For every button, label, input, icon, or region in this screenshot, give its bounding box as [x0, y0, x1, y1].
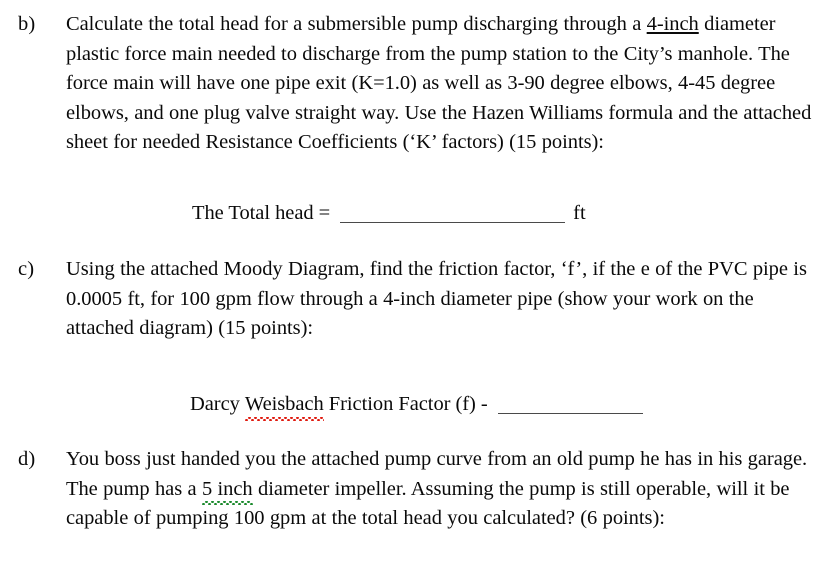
- answer-line-total-head: The Total head = ft: [192, 199, 586, 229]
- question-b-segment-1: Calculate the total head for a submersib…: [66, 13, 647, 35]
- total-head-unit: ft: [573, 202, 586, 224]
- spellcheck-flag-weisbach: Weisbach: [244, 390, 324, 420]
- question-marker-c: c): [18, 258, 35, 280]
- friction-factor-label-pre: Darcy: [190, 393, 245, 415]
- grammarcheck-flag-5-inch: 5 inch: [201, 475, 253, 505]
- total-head-label: The Total head =: [192, 202, 331, 224]
- question-marker-d: d): [18, 448, 36, 470]
- question-marker-b: b): [18, 13, 36, 35]
- answer-line-friction-factor: Darcy Weisbach Friction Factor (f) -: [190, 390, 643, 420]
- friction-factor-label-post: Friction Factor (f) -: [323, 393, 488, 415]
- underlined-term-4-inch: 4-inch: [646, 13, 699, 35]
- question-text-d: You boss just handed you the attached pu…: [66, 445, 818, 534]
- question-item-c: c) Using the attached Moody Diagram, fin…: [18, 255, 818, 344]
- question-item-d: d) You boss just handed you the attached…: [18, 445, 818, 534]
- document-page: b) Calculate the total head for a submer…: [0, 0, 832, 574]
- total-head-blank[interactable]: [340, 222, 566, 223]
- friction-factor-blank[interactable]: [497, 413, 643, 414]
- question-text-b: Calculate the total head for a submersib…: [66, 10, 818, 158]
- question-item-b: b) Calculate the total head for a submer…: [18, 10, 818, 158]
- question-text-c: Using the attached Moody Diagram, find t…: [66, 258, 807, 339]
